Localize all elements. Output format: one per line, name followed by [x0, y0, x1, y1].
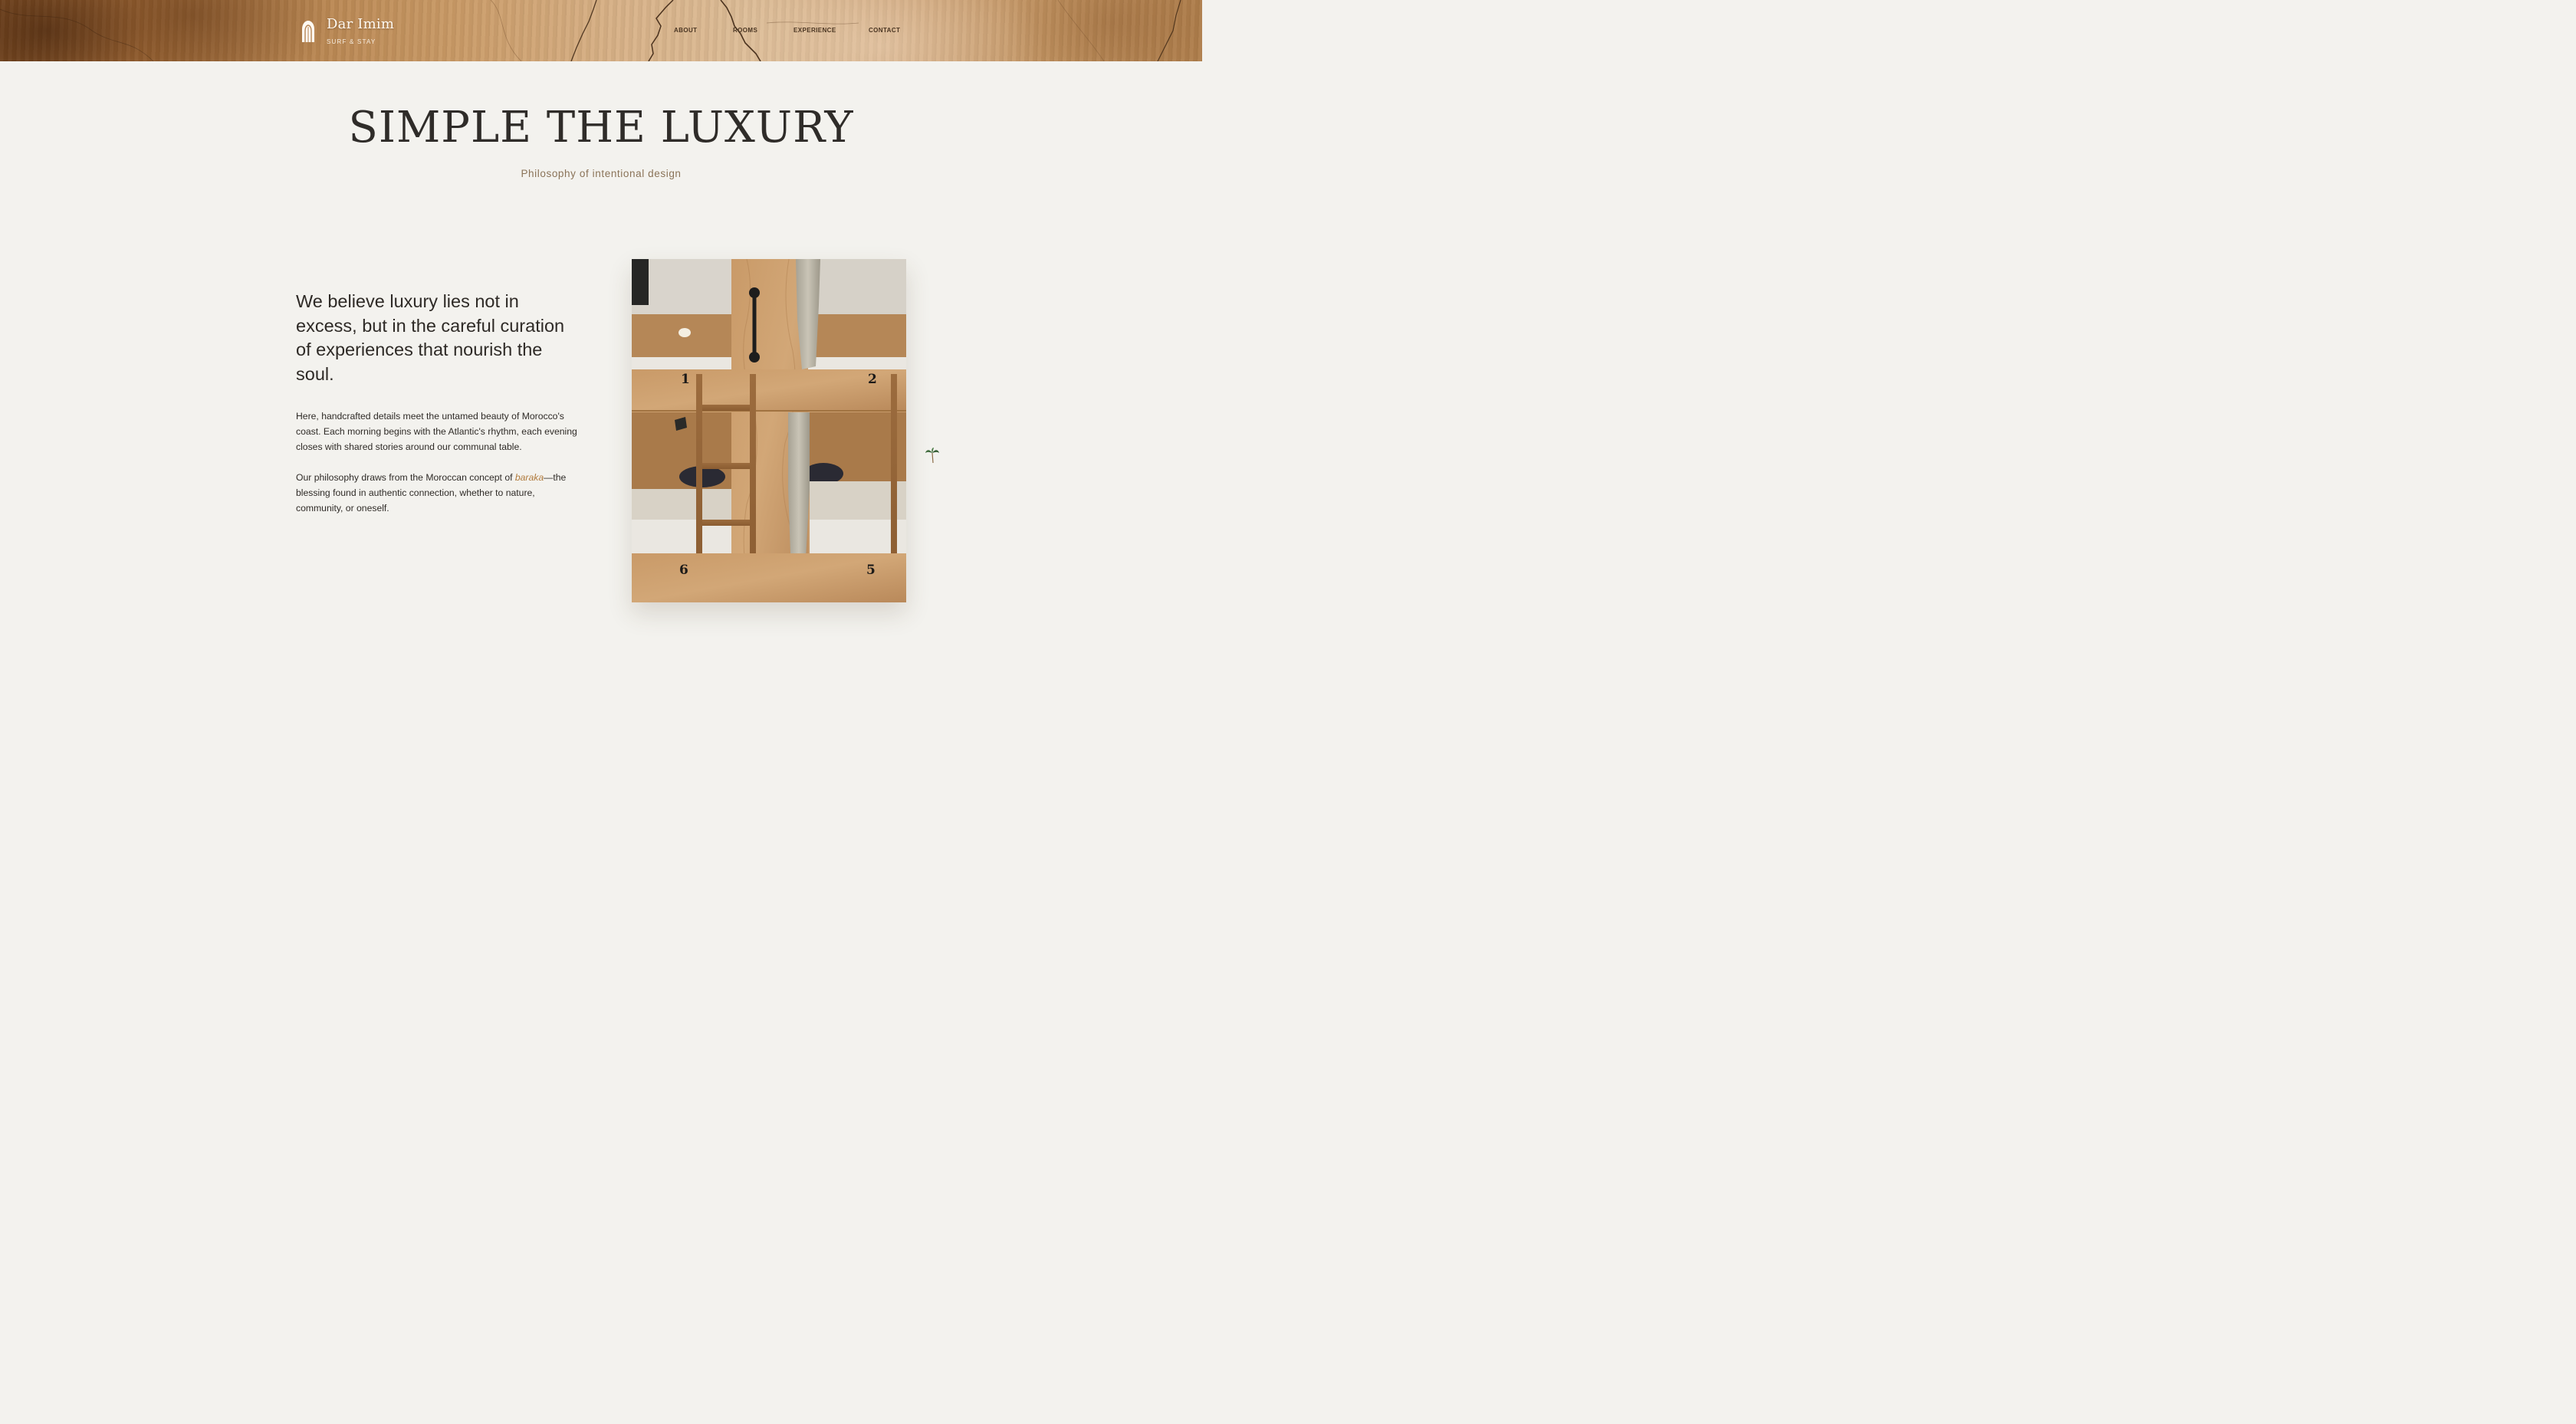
bunk-number-5: 5 — [866, 563, 876, 578]
bunk-room-illustration: 1 2 6 5 — [632, 259, 906, 602]
nav-about[interactable]: ABOUT — [674, 27, 697, 34]
philosophy-paragraph-2: Our philosophy draws from the Moroccan c… — [296, 470, 578, 516]
bunk-number-6: 6 — [679, 563, 688, 578]
bunk-number-2: 2 — [868, 372, 877, 387]
nav-rooms[interactable]: ROOMS — [733, 27, 757, 34]
site-header: Dar Imim SURF & STAY ABOUT ROOMS EXPERIE… — [0, 0, 1202, 61]
page-subtitle: Philosophy of intentional design — [521, 168, 682, 179]
nav-experience[interactable]: EXPERIENCE — [794, 27, 836, 34]
page-title: SIMPLE THE LUXURY — [348, 103, 854, 153]
brand-tagline: SURF & STAY — [327, 38, 376, 45]
bunk-room-photo: 1 2 6 5 — [632, 259, 906, 602]
philosophy-lead: We believe luxury lies not in excess, bu… — [296, 291, 565, 384]
bunk-number-1: 1 — [681, 372, 690, 387]
philosophy-paragraph-1: Here, handcrafted details meet the untam… — [296, 411, 577, 452]
palm-leaf-icon — [925, 448, 939, 464]
paragraph-2-start: Our philosophy draws from the Moroccan c… — [296, 472, 515, 483]
main-nav: ABOUT ROOMS EXPERIENCE CONTACT — [0, 27, 1202, 36]
nav-contact[interactable]: CONTACT — [869, 27, 900, 34]
baraka-term: baraka — [514, 472, 544, 483]
